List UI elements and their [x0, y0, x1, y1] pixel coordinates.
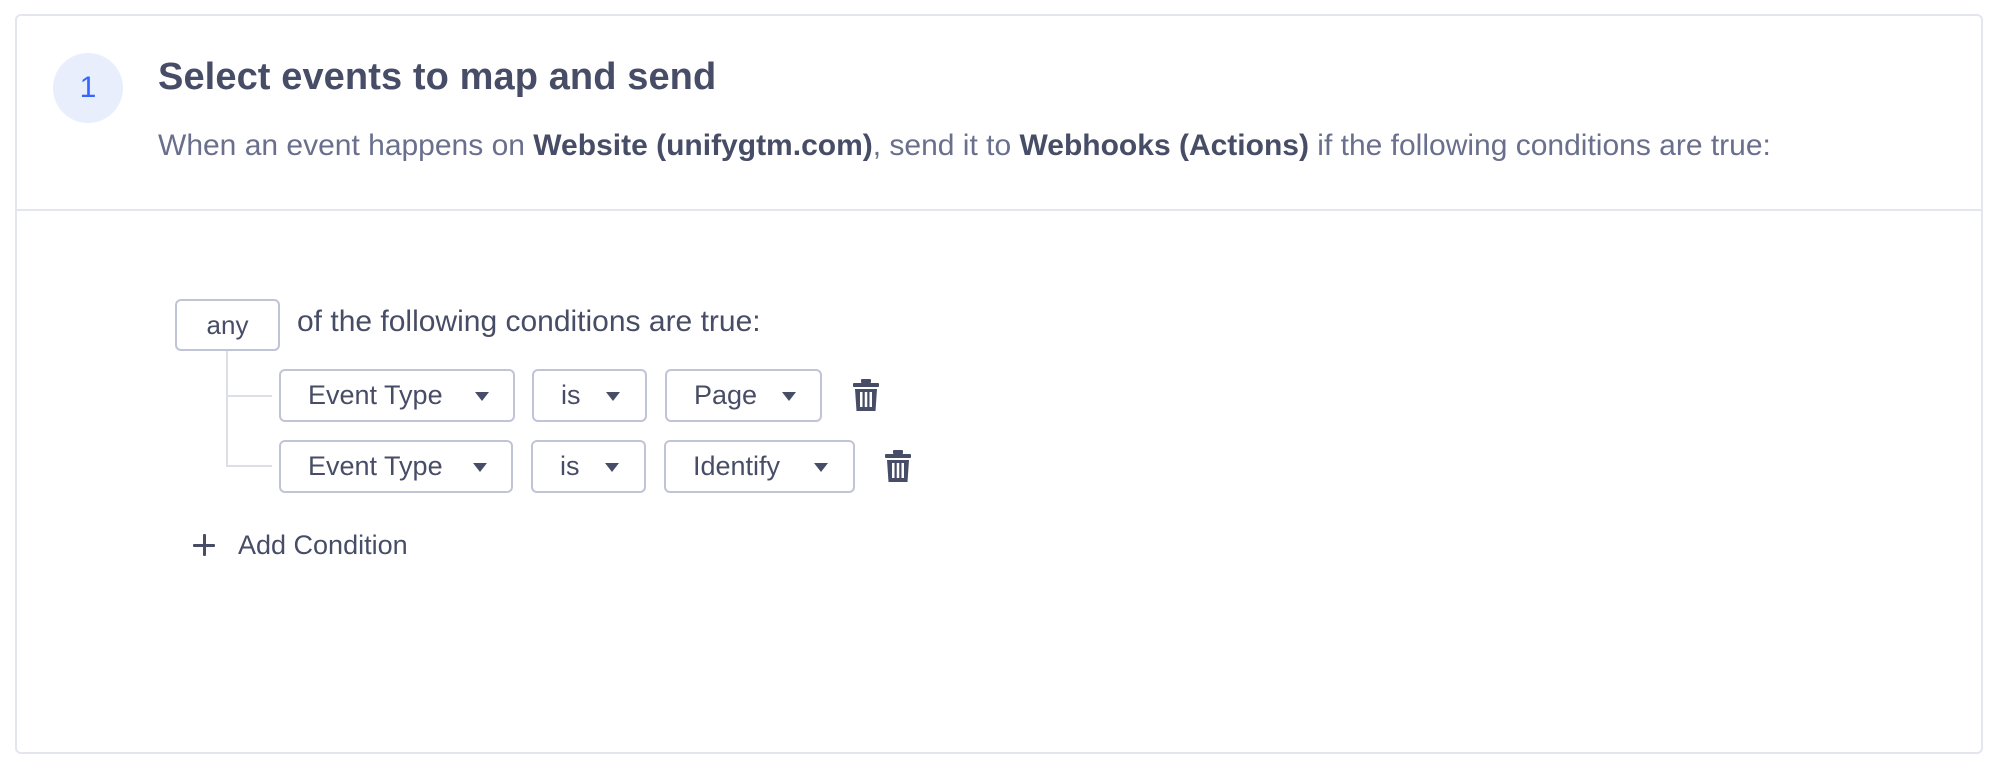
condition-tree-branch [226, 395, 272, 397]
field-select[interactable]: Event Type [279, 440, 513, 493]
match-mode-select[interactable]: any [175, 299, 280, 351]
field-select[interactable]: Event Type [279, 369, 515, 422]
add-condition-label: Add Condition [238, 529, 408, 560]
operator-select-value: is [561, 380, 581, 410]
caret-down-icon [606, 392, 620, 401]
value-select[interactable]: Identify [664, 440, 855, 493]
condition-tree-branch [226, 465, 272, 467]
caret-down-icon [605, 463, 619, 472]
step-number-badge: 1 [53, 53, 123, 123]
desc-middle: , send it to [872, 129, 1020, 162]
condition-tree-line [226, 351, 228, 466]
operator-select-value: is [560, 451, 580, 481]
destination-name: Webhooks (Actions) [1019, 129, 1309, 162]
card-header: 1 Select events to map and send When an … [17, 16, 1981, 211]
trash-icon[interactable] [885, 450, 911, 482]
caret-down-icon [782, 392, 796, 401]
caret-down-icon [475, 392, 489, 401]
step-description: When an event happens on Website (unifyg… [158, 129, 1771, 163]
add-condition-button[interactable]: Add Condition [193, 527, 408, 563]
caret-down-icon [814, 463, 828, 472]
operator-select[interactable]: is [531, 440, 646, 493]
trash-icon[interactable] [853, 379, 879, 411]
caret-down-icon [473, 463, 487, 472]
value-select[interactable]: Page [665, 369, 822, 422]
source-name: Website (unifygtm.com) [533, 129, 873, 162]
match-mode-label: of the following conditions are true: [297, 305, 761, 338]
field-select-value: Event Type [308, 451, 443, 481]
desc-prefix: When an event happens on [158, 129, 534, 162]
plus-icon [193, 534, 215, 556]
value-select-value: Identify [693, 451, 781, 481]
field-select-value: Event Type [308, 380, 443, 410]
desc-suffix: if the following conditions are true: [1308, 129, 1771, 162]
step-title: Select events to map and send [158, 56, 717, 98]
value-select-value: Page [694, 380, 758, 410]
operator-select[interactable]: is [532, 369, 647, 422]
